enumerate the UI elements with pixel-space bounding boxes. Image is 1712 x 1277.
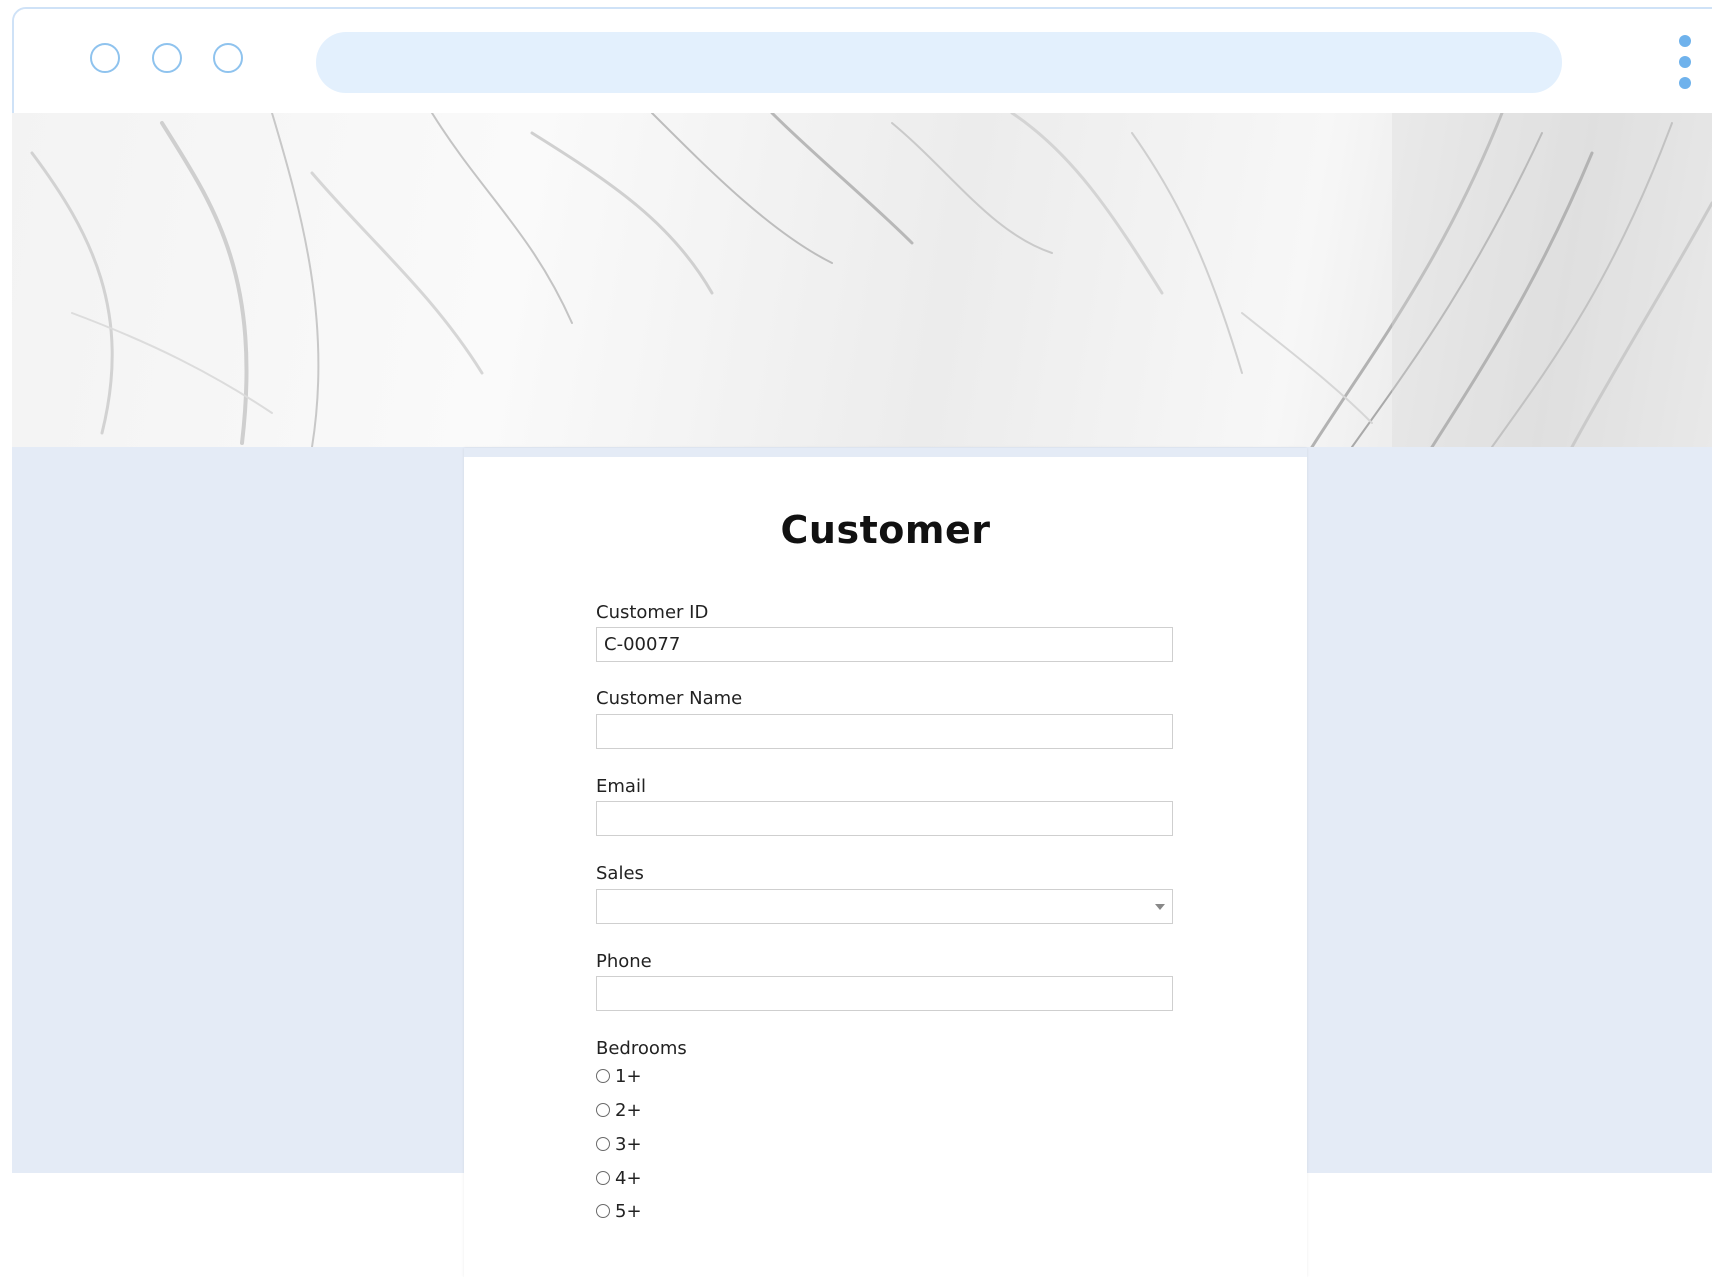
kebab-menu-icon[interactable]: [1675, 35, 1695, 95]
window-control-icon[interactable]: [213, 43, 243, 73]
window-control-icon[interactable]: [152, 43, 182, 73]
customer-form: Customer Customer ID Customer Name Email…: [464, 448, 1307, 1277]
radio-button[interactable]: [596, 1137, 610, 1151]
radio-button[interactable]: [596, 1103, 610, 1117]
bedrooms-option-label: 2+: [615, 1099, 642, 1121]
customer-id-label: Customer ID: [596, 602, 709, 623]
bedrooms-option[interactable]: 4+: [596, 1167, 642, 1189]
bedrooms-option-label: 3+: [615, 1133, 642, 1155]
bedrooms-option[interactable]: 1+: [596, 1065, 642, 1087]
window-control-icon[interactable]: [90, 43, 120, 73]
page-content: Customer Customer ID Customer Name Email…: [12, 113, 1712, 1277]
sales-label: Sales: [596, 863, 644, 884]
phone-label: Phone: [596, 951, 652, 972]
bedrooms-option-label: 1+: [615, 1065, 642, 1087]
marble-texture: [30, 113, 1712, 447]
marble-banner: [12, 113, 1712, 447]
email-label: Email: [596, 776, 646, 797]
bedrooms-option[interactable]: 3+: [596, 1133, 642, 1155]
bedrooms-option-label: 4+: [615, 1167, 642, 1189]
address-bar[interactable]: [316, 32, 1562, 93]
bedrooms-option-label: 5+: [615, 1200, 642, 1222]
bedrooms-label: Bedrooms: [596, 1038, 687, 1059]
phone-input[interactable]: [596, 976, 1173, 1011]
form-title: Customer: [780, 508, 991, 552]
bedrooms-option[interactable]: 2+: [596, 1099, 642, 1121]
customer-name-label: Customer Name: [596, 688, 743, 709]
customer-id-input[interactable]: [596, 627, 1173, 662]
sales-select[interactable]: [596, 889, 1173, 924]
radio-button[interactable]: [596, 1171, 610, 1185]
radio-button[interactable]: [596, 1069, 610, 1083]
customer-name-input[interactable]: [596, 714, 1173, 749]
chevron-down-icon[interactable]: [1155, 904, 1165, 910]
browser-toolbar: [14, 9, 1712, 115]
bedrooms-option[interactable]: 5+: [596, 1200, 642, 1222]
email-input[interactable]: [596, 801, 1173, 836]
radio-button[interactable]: [596, 1204, 610, 1218]
